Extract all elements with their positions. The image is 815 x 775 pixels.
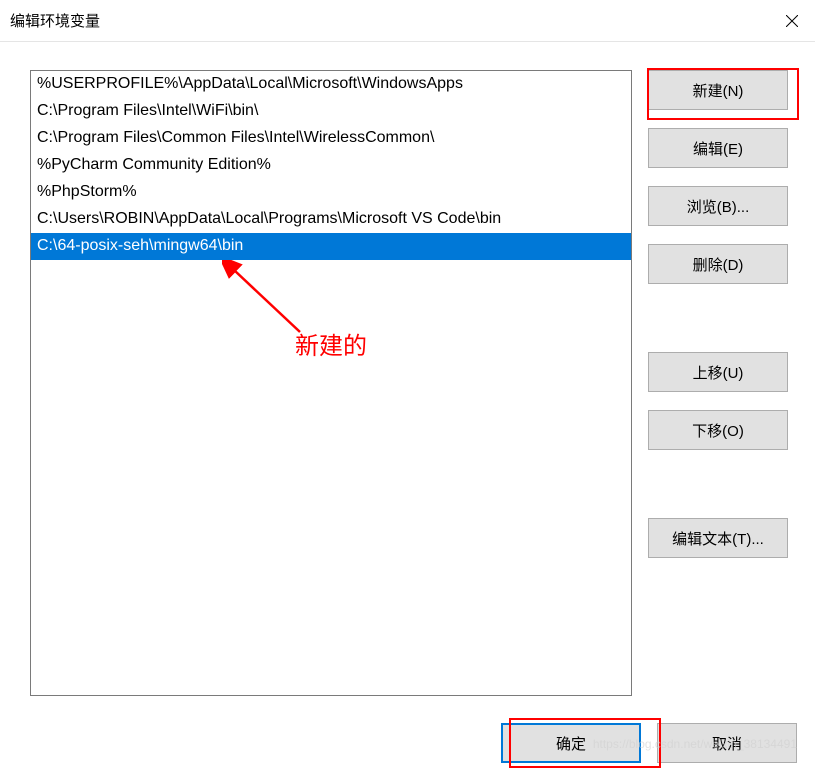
- close-icon[interactable]: [769, 0, 815, 42]
- button-group-edit: 新建(N) 编辑(E) 浏览(B)... 删除(D): [648, 70, 796, 284]
- move-down-button[interactable]: 下移(O): [648, 410, 788, 450]
- list-item[interactable]: %USERPROFILE%\AppData\Local\Microsoft\Wi…: [31, 71, 631, 98]
- title-bar: 编辑环境变量: [0, 0, 815, 42]
- list-item[interactable]: %PhpStorm%: [31, 179, 631, 206]
- env-var-listbox[interactable]: %USERPROFILE%\AppData\Local\Microsoft\Wi…: [30, 70, 632, 696]
- list-item[interactable]: C:\Program Files\Common Files\Intel\Wire…: [31, 125, 631, 152]
- move-up-button[interactable]: 上移(U): [648, 352, 788, 392]
- list-item[interactable]: C:\Users\ROBIN\AppData\Local\Programs\Mi…: [31, 206, 631, 233]
- button-group-move: 上移(U) 下移(O): [648, 352, 796, 450]
- button-column: 新建(N) 编辑(E) 浏览(B)... 删除(D) 上移(U) 下移(O) 编…: [648, 70, 796, 696]
- edit-text-button[interactable]: 编辑文本(T)...: [648, 518, 788, 558]
- browse-button[interactable]: 浏览(B)...: [648, 186, 788, 226]
- delete-button[interactable]: 删除(D): [648, 244, 788, 284]
- ok-button[interactable]: 确定: [501, 723, 641, 763]
- list-item[interactable]: C:\Program Files\Intel\WiFi\bin\: [31, 98, 631, 125]
- new-button[interactable]: 新建(N): [648, 70, 788, 110]
- cancel-button[interactable]: 取消: [657, 723, 797, 763]
- list-item[interactable]: %PyCharm Community Edition%: [31, 152, 631, 179]
- dialog-content: %USERPROFILE%\AppData\Local\Microsoft\Wi…: [0, 42, 815, 696]
- button-group-text: 编辑文本(T)...: [648, 518, 796, 558]
- footer-buttons: 确定 取消: [501, 723, 797, 763]
- window-title: 编辑环境变量: [10, 10, 100, 31]
- edit-button[interactable]: 编辑(E): [648, 128, 788, 168]
- list-item-selected[interactable]: C:\64-posix-seh\mingw64\bin: [31, 233, 631, 260]
